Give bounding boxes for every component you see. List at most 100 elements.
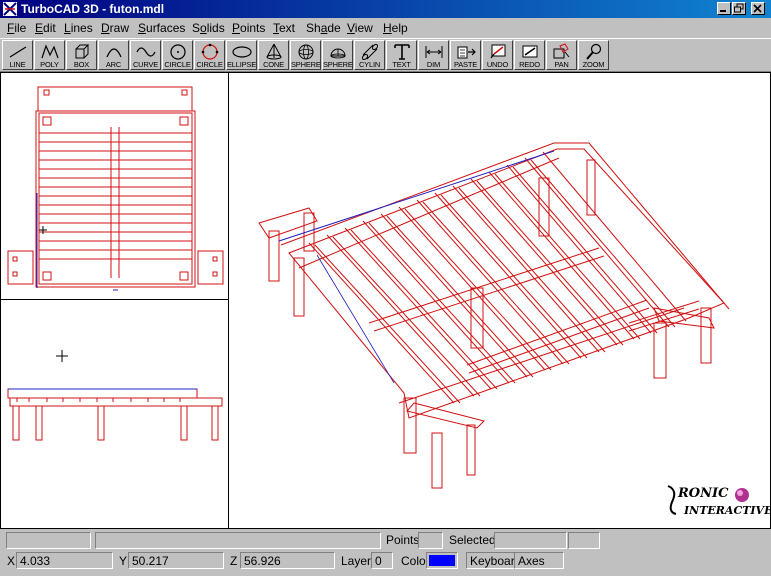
redo-tool-button[interactable]: REDO bbox=[514, 40, 545, 70]
minimize-icon bbox=[720, 10, 726, 12]
zoom-tool-button[interactable]: ZOOM bbox=[578, 40, 609, 70]
paste-tool-button[interactable]: PASTE bbox=[450, 40, 481, 70]
dimension-tool-label: DIM bbox=[426, 60, 441, 69]
isometric-view-drawing bbox=[258, 142, 730, 489]
logo-text-ronic: RONIC bbox=[678, 486, 729, 501]
menu-help[interactable]: Help bbox=[383, 21, 408, 35]
circle-center-tool-label: CIRCLE bbox=[164, 60, 191, 69]
y-coordinate-label: Y bbox=[119, 554, 128, 568]
menu-file[interactable]: File bbox=[7, 21, 26, 35]
color-field[interactable] bbox=[426, 552, 458, 569]
box-tool-button[interactable]: BOX bbox=[66, 40, 97, 70]
cylinder-icon bbox=[361, 43, 379, 60]
curve-tool-label: CURVE bbox=[132, 60, 159, 69]
box-tool-label: BOX bbox=[73, 60, 90, 69]
x-coordinate-label: X bbox=[7, 554, 16, 568]
axes-field[interactable]: Axes bbox=[514, 552, 564, 569]
points-label: Points bbox=[386, 533, 420, 547]
text-tool-label: TEXT bbox=[392, 60, 411, 69]
layer-label: Layer bbox=[341, 554, 372, 568]
title-bar[interactable]: TurboCAD 3D - futon.mdl bbox=[0, 0, 771, 18]
drawing-toolbar: LINE POLY BOX ARC CURVE CIRCLE CIRCLE EL… bbox=[0, 38, 771, 72]
minimize-button[interactable] bbox=[717, 2, 731, 15]
z-coordinate-label: Z bbox=[230, 554, 238, 568]
text-tool-button[interactable]: TEXT bbox=[386, 40, 417, 70]
prompt-field bbox=[6, 532, 91, 549]
hemisphere-icon bbox=[330, 48, 346, 59]
points-count-field bbox=[418, 532, 443, 549]
z-coordinate-field[interactable]: 56.926 bbox=[240, 552, 335, 569]
hemisphere-tool-button[interactable]: SPHERE bbox=[322, 40, 353, 70]
sphere-icon bbox=[298, 44, 314, 60]
line-tool-button[interactable]: LINE bbox=[2, 40, 33, 70]
status-bar-upper: Points Selected bbox=[0, 530, 771, 550]
cone-tool-button[interactable]: CONE bbox=[258, 40, 289, 70]
ellipse-tool-label: ELLIPSE bbox=[227, 60, 257, 69]
y-coordinate-field[interactable]: 50.217 bbox=[128, 552, 224, 569]
top-view-drawing bbox=[7, 86, 224, 291]
curve-tool-button[interactable]: CURVE bbox=[130, 40, 161, 70]
close-button[interactable] bbox=[751, 2, 765, 15]
undo-icon bbox=[490, 44, 506, 59]
cylinder-tool-button[interactable]: CYLIN bbox=[354, 40, 385, 70]
curve-icon bbox=[136, 47, 156, 57]
front-view-drawing bbox=[7, 350, 223, 441]
dimension-tool-button[interactable]: DIM bbox=[418, 40, 449, 70]
pan-tool-button[interactable]: PAN bbox=[546, 40, 577, 70]
circle-center-icon bbox=[170, 44, 186, 60]
layer-field[interactable]: 0 bbox=[371, 552, 393, 569]
line-icon bbox=[9, 46, 27, 58]
arc-icon bbox=[106, 48, 122, 58]
turbocad-app-icon[interactable] bbox=[3, 2, 17, 16]
window-title: TurboCAD 3D - futon.mdl bbox=[21, 2, 165, 16]
extra-status-field bbox=[568, 532, 600, 549]
top-view-viewport[interactable] bbox=[0, 72, 229, 300]
menu-lines[interactable]: Lines bbox=[64, 21, 93, 35]
message-field bbox=[95, 532, 381, 549]
line-tool-label: LINE bbox=[9, 60, 26, 69]
dimension-icon bbox=[425, 46, 443, 58]
circle-center-tool-button[interactable]: CIRCLE bbox=[162, 40, 193, 70]
menu-view[interactable]: View bbox=[347, 21, 373, 35]
keyboard-field[interactable]: Keyboard bbox=[466, 552, 521, 569]
redo-icon bbox=[522, 45, 538, 58]
menu-shade[interactable]: Shade bbox=[306, 21, 341, 35]
undo-tool-button[interactable]: UNDO bbox=[482, 40, 513, 70]
status-bar-coordinates: X 4.033 Y 50.217 Z 56.926 Layer 0 Color … bbox=[0, 550, 771, 572]
circle-points-icon bbox=[201, 43, 219, 60]
pan-icon bbox=[553, 43, 570, 59]
polyline-icon bbox=[41, 44, 59, 59]
logo-text-interactive: INTERACTIVE bbox=[684, 504, 771, 517]
zoom-magnifier-icon bbox=[586, 43, 602, 60]
paste-icon bbox=[457, 46, 476, 59]
menu-draw[interactable]: Draw bbox=[101, 21, 129, 35]
isometric-view-viewport[interactable] bbox=[228, 72, 771, 529]
menu-points[interactable]: Points bbox=[232, 21, 265, 35]
restore-button[interactable] bbox=[732, 2, 746, 15]
arc-tool-button[interactable]: ARC bbox=[98, 40, 129, 70]
sphere-tool-button[interactable]: SPHERE bbox=[290, 40, 321, 70]
cylinder-tool-label: CYLIN bbox=[358, 60, 381, 69]
menu-solids[interactable]: Solids bbox=[192, 21, 225, 35]
ellipse-icon bbox=[232, 46, 252, 58]
poly-tool-button[interactable]: POLY bbox=[34, 40, 65, 70]
menu-edit[interactable]: Edit bbox=[35, 21, 56, 35]
menu-surfaces[interactable]: Surfaces bbox=[138, 21, 185, 35]
undo-tool-label: UNDO bbox=[486, 60, 509, 69]
selected-label: Selected bbox=[449, 533, 496, 547]
x-coordinate-field[interactable]: 4.033 bbox=[16, 552, 113, 569]
arc-tool-label: ARC bbox=[105, 60, 122, 69]
color-swatch bbox=[429, 555, 455, 566]
ellipse-tool-button[interactable]: ELLIPSE bbox=[226, 40, 257, 70]
circle-points-tool-button[interactable]: CIRCLE bbox=[194, 40, 225, 70]
menu-text[interactable]: Text bbox=[273, 21, 295, 35]
front-view-viewport[interactable] bbox=[0, 299, 229, 529]
redo-tool-label: REDO bbox=[519, 60, 540, 69]
circle-points-tool-label: CIRCLE bbox=[196, 60, 223, 69]
restore-icon bbox=[734, 3, 744, 13]
close-icon bbox=[753, 4, 762, 13]
zoom-tool-label: ZOOM bbox=[582, 60, 605, 69]
box-icon bbox=[75, 44, 90, 59]
text-t-icon bbox=[394, 44, 410, 60]
poly-tool-label: POLY bbox=[40, 60, 59, 69]
